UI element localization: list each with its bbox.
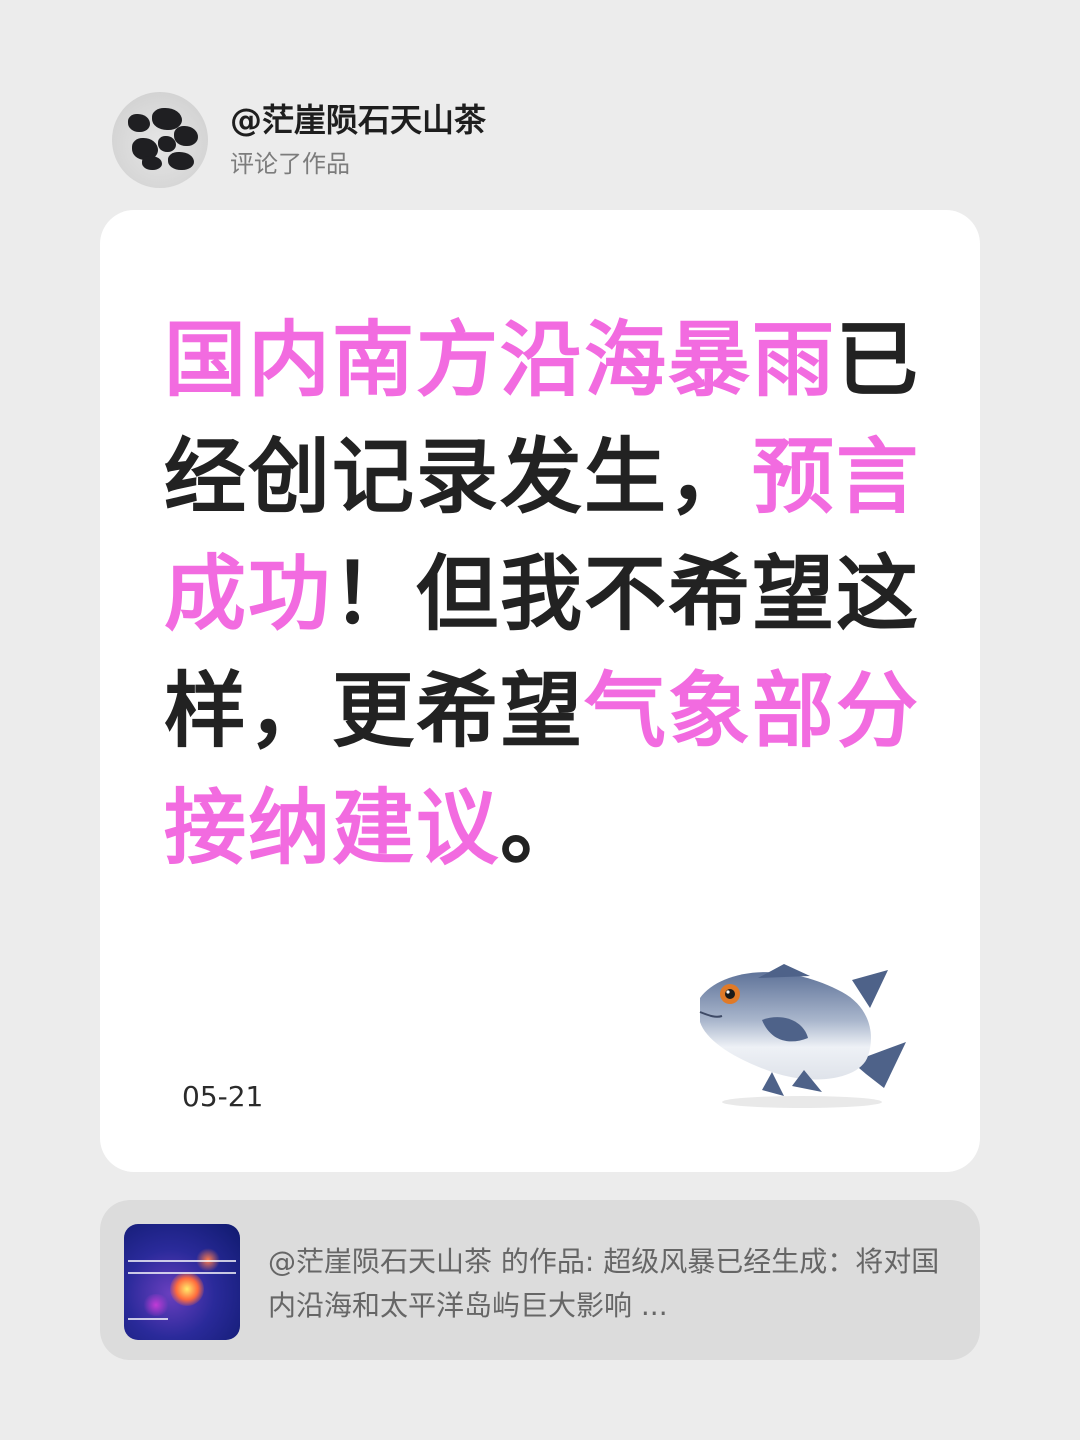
comment-header: @茫崖陨石天山茶 评论了作品	[112, 92, 486, 188]
post-thumbnail[interactable]	[124, 1224, 240, 1340]
highlighted-text: 国内南方沿海暴雨	[164, 313, 837, 408]
referenced-post[interactable]: @茫崖陨石天山茶 的作品: 超级风暴已经生成：将对国内沿海和太平洋岛屿巨大影响 …	[100, 1200, 980, 1360]
comment-text: 国内南方沿海暴雨已经创记录发生，预言成功！但我不希望这样，更希望气象部分接纳建议…	[164, 302, 924, 887]
comment-text-segment: 。	[500, 781, 585, 876]
fish-icon	[699, 964, 906, 1108]
comment-date: 05-21	[182, 1080, 264, 1113]
username[interactable]: @茫崖陨石天山茶	[230, 100, 486, 140]
referenced-post-title: @茫崖陨石天山茶 的作品: 超级风暴已经生成：将对国内沿海和太平洋岛屿巨大影响 …	[268, 1245, 940, 1322]
action-label: 评论了作品	[230, 150, 350, 178]
avatar[interactable]	[112, 92, 208, 188]
comment-card: 国内南方沿海暴雨已经创记录发生，预言成功！但我不希望这样，更希望气象部分接纳建议…	[100, 210, 980, 1172]
